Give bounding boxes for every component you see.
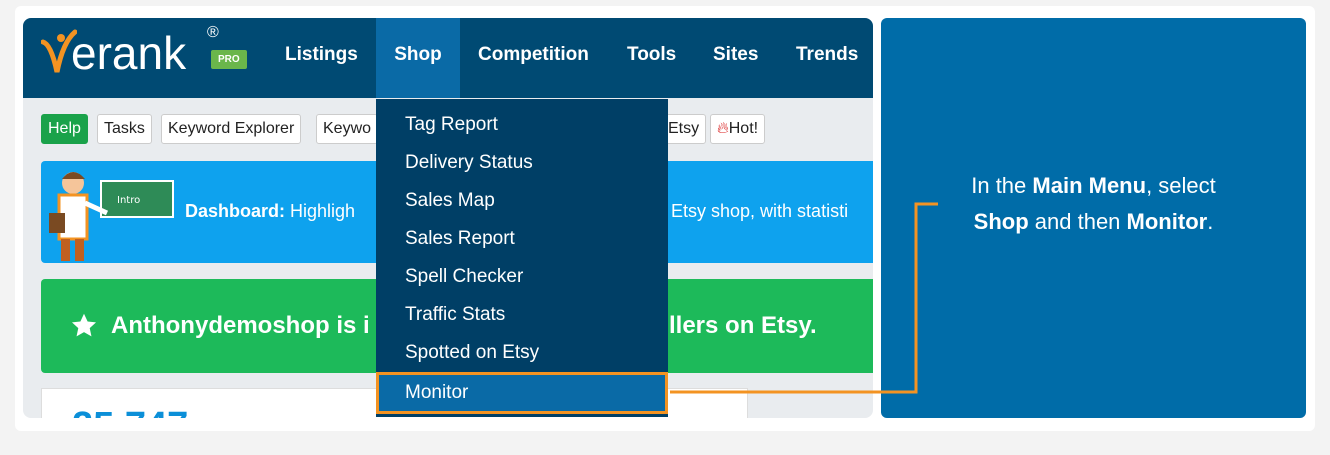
callout-line <box>670 202 938 394</box>
callout-connector <box>670 202 938 394</box>
